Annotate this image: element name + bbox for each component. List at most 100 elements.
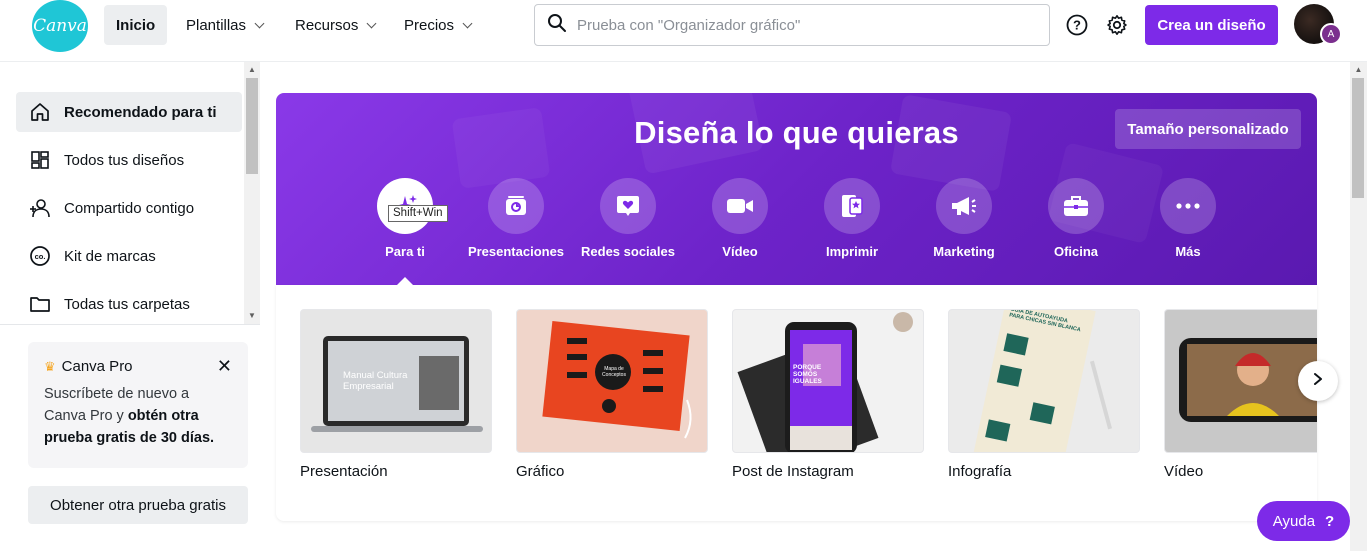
canva-logo[interactable]: Canva [32,0,88,52]
category-imprimir[interactable]: Imprimir [796,178,908,259]
gear-icon[interactable] [1105,13,1129,37]
nav-precios-label: Precios [404,16,455,34]
print-icon [824,178,880,234]
svg-text:?: ? [1073,18,1081,33]
category-redes-sociales[interactable]: Redes sociales [572,178,684,259]
sidebar-item-recommended[interactable]: Recomendado para ti [16,92,242,132]
sidebar: Recomendado para ti Todos tus diseños Co… [0,62,260,551]
category-label: Presentaciones [467,244,565,259]
category-label: Oficina [1053,244,1099,259]
close-icon[interactable]: ✕ [217,356,232,377]
template-card-infografia[interactable]: GUÍA DE AUTOAYUDA PARA CHICAS SIN BLANCA… [948,309,1140,480]
sidebar-item-all-designs[interactable]: Todos tus diseños [16,140,242,180]
mind-map-illustration [542,321,692,439]
question-mark-icon: ? [1325,512,1335,530]
template-thumbnail: Manual Cultura Empresarial [300,309,492,453]
chevron-right-icon [1312,372,1324,391]
custom-size-button[interactable]: Tamaño personalizado [1115,109,1301,149]
scroll-up-arrow[interactable]: ▲ [244,62,260,76]
home-icon [28,100,52,124]
nav-plantillas[interactable]: Plantillas [174,5,275,45]
megaphone-icon [936,178,992,234]
template-card-grafico[interactable]: Mapa de Conceptos Gráfico [516,309,708,480]
more-icon [1160,178,1216,234]
pro-card-text: Suscríbete de nuevo a Canva Pro y obtén … [44,383,232,449]
search-input[interactable] [577,16,1017,34]
top-bar: Canva Inicio Plantillas Recursos Precios… [0,0,1367,62]
svg-text:co.: co. [35,252,46,261]
nav-inicio[interactable]: Inicio [104,5,168,45]
template-label: Presentación [300,463,388,480]
nav-inicio-label: Inicio [116,16,156,34]
search-box[interactable] [534,4,1050,46]
nav-precios[interactable]: Precios [392,5,483,45]
template-thumbnail [1164,309,1317,453]
sidebar-item-label: Kit de marcas [64,247,156,265]
template-card-video[interactable]: Vídeo [1164,309,1317,480]
sidebar-item-label: Compartido contigo [64,199,195,217]
crown-icon: ♛ [44,358,56,374]
template-label: Vídeo [1164,463,1204,480]
sidebar-item-folders[interactable]: Todas tus carpetas [16,284,242,324]
template-thumbnail: GUÍA DE AUTOAYUDA PARA CHICAS SIN BLANCA [948,309,1140,453]
template-label: Gráfico [516,463,565,480]
sidebar-item-shared[interactable]: Compartido contigo [16,188,242,228]
category-presentaciones[interactable]: Presentaciones [460,178,572,259]
canva-pro-card: ♛ Canva Pro ✕ Suscríbete de nuevo a Canv… [28,342,248,468]
scroll-down-arrow[interactable]: ▼ [244,308,260,322]
category-mas[interactable]: Más [1132,178,1244,259]
thumbnail-title: Manual Cultura Empresarial [343,370,408,392]
category-label: Redes sociales [581,244,675,259]
chevron-down-icon [462,18,473,28]
category-oficina[interactable]: Oficina [1020,178,1132,259]
sidebar-item-label: Todos tus diseños [64,151,185,169]
search-icon [547,13,567,38]
category-label: Marketing [933,244,995,259]
sidebar-scroll-thumb[interactable] [246,78,258,174]
help-button[interactable]: Ayuda ? [1257,501,1350,541]
carousel-next-button[interactable] [1298,361,1338,401]
main-scroll-up-arrow[interactable]: ▲ [1350,62,1367,76]
pro-card-title-text: Canva Pro [61,358,133,375]
category-label: Vídeo [722,244,758,259]
heart-icon [600,178,656,234]
template-card-instagram[interactable]: PORQUE SOMOS IGUALES Post de Instagram [732,309,924,480]
active-category-indicator [396,277,414,286]
category-label: Más [1175,244,1201,259]
nav-recursos-label: Recursos [295,16,359,34]
category-label: Para ti [385,244,425,259]
chevron-down-icon [254,18,265,28]
nav-plantillas-label: Plantillas [186,16,247,34]
sidebar-nav: Recomendado para ti Todos tus diseños Co… [0,62,260,324]
template-card-presentacion[interactable]: Manual Cultura Empresarial Presentación [300,309,492,480]
main-scroll-thumb[interactable] [1352,78,1364,198]
design-hero-banner: Diseña lo que quieras Tamaño personaliza… [276,93,1317,285]
category-label: Imprimir [825,244,878,259]
brand-kit-icon: co. [28,244,52,268]
sidebar-divider [0,324,260,325]
template-thumbnail: Mapa de Conceptos [516,309,708,453]
template-thumbnail: PORQUE SOMOS IGUALES [732,309,924,453]
template-label: Infografía [948,463,1012,480]
phone-video-illustration [1179,338,1317,422]
create-design-button[interactable]: Crea un diseño [1145,5,1278,45]
folder-icon [28,292,52,316]
help-circle-icon[interactable]: ? [1065,13,1089,37]
nav-recursos[interactable]: Recursos [283,5,387,45]
infographic-illustration [972,310,1112,452]
free-trial-button[interactable]: Obtener otra prueba gratis [28,486,248,524]
sidebar-item-label: Todas tus carpetas [64,295,190,313]
template-label: Post de Instagram [732,463,854,480]
category-video[interactable]: Vídeo [684,178,796,259]
sidebar-item-label: Recomendado para ti [64,103,217,121]
briefcase-icon [1048,178,1104,234]
category-marketing[interactable]: Marketing [908,178,1020,259]
grid-icon [28,148,52,172]
avatar-initial-badge[interactable]: A [1320,23,1342,45]
sidebar-item-brand-kit[interactable]: co. Kit de marcas [16,236,242,276]
thumbnail-title: Mapa de Conceptos [602,366,626,378]
users-icon [28,196,52,220]
shortcut-tooltip: Shift+Win [388,205,448,222]
pro-card-title: ♛ Canva Pro [44,358,232,375]
video-camera-icon [712,178,768,234]
